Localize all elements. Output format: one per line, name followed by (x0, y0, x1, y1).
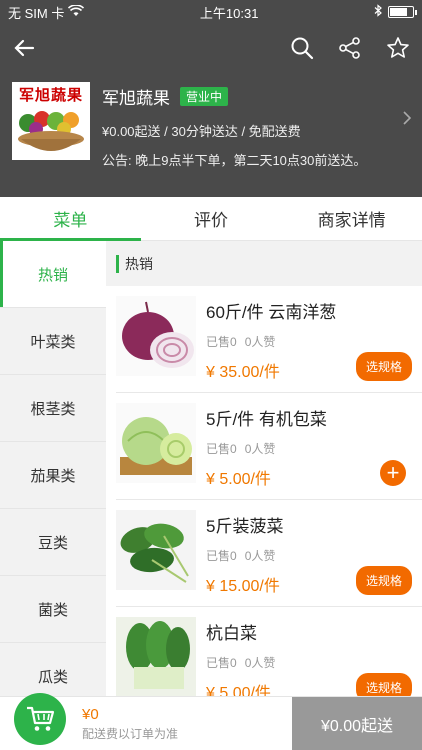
sold-count: 已售0 (206, 335, 237, 349)
product-name: 5斤装菠菜 (206, 517, 284, 536)
tab-bar: 菜单 评价 商家详情 (0, 197, 422, 241)
nav-bar (0, 24, 422, 72)
category-item-beans[interactable]: 豆类 (0, 509, 106, 576)
product-item[interactable]: 60斤/件 云南洋葱 已售0 0人赞 ¥ 35.00/件 选规格 (106, 286, 422, 393)
status-bar: 无 SIM 卡 上午10:31 (0, 0, 422, 24)
product-name: 杭白菜 (206, 624, 257, 643)
cart-bar: ¥0 配送费以订单为准 ¥0.00起送 (0, 693, 422, 750)
store-info-row[interactable]: 军旭蔬果 军旭蔬果 营业中 ¥0.00起送 / 30分钟送达 / 免配送费 公告… (0, 72, 422, 169)
section-header: 热销 (106, 241, 422, 286)
product-image-spinach (116, 510, 196, 590)
battery-icon (387, 6, 417, 18)
product-item[interactable]: 5斤装菠菜 已售0 0人赞 ¥ 15.00/件 选规格 (106, 500, 422, 607)
checkout-button[interactable]: ¥0.00起送 (292, 697, 422, 750)
product-list: 热销 60斤/件 云南洋葱 已售0 0人赞 ¥ 35.00/件 选规格 5斤/件… (106, 241, 422, 696)
product-stats: 已售0 0人赞 (206, 654, 412, 671)
add-to-cart-button[interactable]: + (380, 460, 406, 486)
category-item-mushroom[interactable]: 菌类 (0, 576, 106, 643)
sold-count: 已售0 (206, 442, 237, 456)
logo-text: 军旭蔬果 (18, 87, 83, 104)
sold-count: 已售0 (206, 656, 237, 670)
favorite-button[interactable] (384, 34, 412, 62)
like-count: 0人赞 (244, 442, 276, 456)
store-name: 军旭蔬果 (102, 89, 170, 108)
product-item[interactable]: 5斤/件 有机包菜 已售0 0人赞 ¥ 5.00/件 + (106, 393, 422, 500)
category-item-root[interactable]: 根茎类 (0, 375, 106, 442)
store-notice: 公告: 晚上9点半下单，第二天10点30前送达。 (102, 153, 367, 168)
product-image-onion (116, 296, 196, 376)
bluetooth-icon (374, 4, 382, 20)
star-icon (387, 37, 409, 58)
product-stats: 已售0 0人赞 (206, 333, 412, 350)
select-spec-button[interactable]: 选规格 (355, 566, 412, 595)
store-logo: 军旭蔬果 (12, 82, 90, 160)
vegetable-basket-image (18, 111, 84, 151)
status-badge: 营业中 (180, 87, 229, 106)
app-root: 无 SIM 卡 上午10:31 军旭蔬果 军旭蔬果 营业中 ¥0.00起送 / … (0, 0, 422, 750)
chevron-right-icon (403, 111, 412, 125)
select-spec-button[interactable]: 选规格 (355, 352, 412, 381)
product-item[interactable]: 杭白菜 已售0 0人赞 ¥ 5.00/件 选规格 (106, 607, 422, 696)
product-stats: 已售0 0人赞 (206, 440, 412, 457)
tab-reviews[interactable]: 评价 (141, 197, 282, 240)
back-button[interactable] (10, 34, 38, 62)
wifi-icon (68, 3, 85, 20)
sold-count: 已售0 (206, 549, 237, 563)
share-button[interactable] (336, 34, 364, 62)
product-image-bok-choy (116, 617, 196, 696)
cart-total: ¥0 (82, 705, 99, 723)
product-name: 5斤/件 有机包菜 (206, 410, 327, 429)
search-icon (291, 37, 314, 60)
like-count: 0人赞 (244, 656, 276, 670)
product-image-cabbage (116, 403, 196, 483)
carrier-label: 无 SIM 卡 (8, 5, 65, 21)
category-sidebar: 热销 叶菜类 根茎类 茄果类 豆类 菌类 瓜类 (0, 241, 106, 710)
select-spec-button[interactable]: 选规格 (355, 673, 412, 696)
back-arrow-icon (14, 39, 35, 57)
search-button[interactable] (288, 34, 316, 62)
delivery-fee-note: 配送费以订单为准 (82, 726, 179, 741)
store-header: 无 SIM 卡 上午10:31 军旭蔬果 军旭蔬果 营业中 ¥0.00起送 / … (0, 0, 422, 197)
share-icon (339, 37, 360, 59)
shopping-cart-icon (27, 706, 55, 731)
like-count: 0人赞 (244, 549, 276, 563)
tab-store-details[interactable]: 商家详情 (281, 197, 422, 240)
tab-menu[interactable]: 菜单 (0, 197, 141, 241)
delivery-info: ¥0.00起送 / 30分钟送达 / 免配送费 (102, 124, 301, 139)
category-item-hot[interactable]: 热销 (0, 241, 106, 308)
product-name: 60斤/件 云南洋葱 (206, 303, 337, 322)
category-item-nightshade[interactable]: 茄果类 (0, 442, 106, 509)
cart-button[interactable] (14, 693, 66, 745)
like-count: 0人赞 (244, 335, 276, 349)
clock: 上午10:31 (199, 5, 259, 21)
section-title: 热销 (125, 255, 153, 272)
section-indicator (116, 254, 119, 273)
product-stats: 已售0 0人赞 (206, 547, 412, 564)
category-item-leafy[interactable]: 叶菜类 (0, 308, 106, 375)
cart-summary[interactable]: ¥0 配送费以订单为准 (0, 693, 292, 750)
